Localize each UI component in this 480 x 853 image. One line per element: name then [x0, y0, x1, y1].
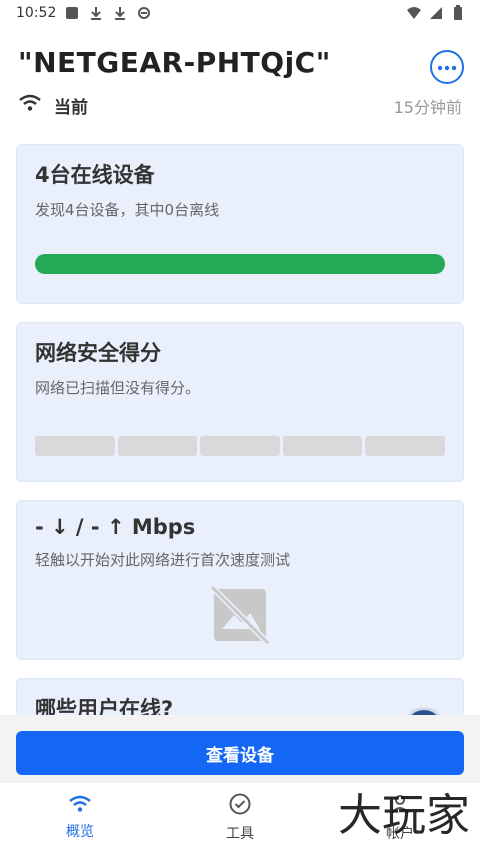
status-right	[406, 5, 466, 21]
security-subtitle: 网络已扫描但没有得分。	[35, 379, 201, 397]
last-scan-time: 15分钟前	[393, 97, 462, 117]
speed-test-card[interactable]: - ↓ / - ↑ Mbps 轻触以开始对此网络进行首次速度测试	[16, 500, 464, 660]
status-left: 10:52	[16, 5, 152, 21]
check-circle-icon	[229, 793, 251, 819]
view-devices-label: 查看设备	[206, 745, 274, 766]
bottom-area: 查看设备 概览 工具 帐户 大玩家	[0, 715, 480, 853]
connection-row: 当前 15分钟前	[18, 93, 462, 118]
score-segment	[200, 436, 280, 456]
speed-title: - ↓ / - ↑ Mbps	[35, 515, 196, 539]
no-image-icon	[208, 583, 272, 647]
tab-overview[interactable]: 概览	[0, 783, 160, 853]
wifi-icon	[18, 94, 42, 117]
app-icon	[136, 5, 152, 21]
view-devices-button[interactable]: 查看设备	[16, 731, 464, 775]
tab-label: 工具	[226, 826, 254, 842]
signal-icon	[428, 5, 444, 21]
more-icon	[437, 59, 457, 75]
devices-online-bar	[35, 254, 445, 274]
tab-label: 概览	[66, 824, 94, 840]
devices-subtitle: 发现4台设备，其中0台离线	[35, 201, 220, 219]
score-segment	[365, 436, 445, 456]
score-segment	[35, 436, 115, 456]
connection-status: 当前	[18, 93, 88, 118]
download-icon	[88, 5, 104, 21]
devices-title: 4台在线设备	[35, 163, 155, 187]
devices-card[interactable]: 4台在线设备 发现4台设备，其中0台离线	[16, 144, 464, 304]
overview-cards: 4台在线设备 发现4台设备，其中0台离线 网络安全得分 网络已扫描但没有得分。 …	[0, 144, 480, 738]
security-score-card[interactable]: 网络安全得分 网络已扫描但没有得分。	[16, 322, 464, 482]
speed-subtitle: 轻触以开始对此网络进行首次速度测试	[35, 551, 291, 569]
watermark: 大玩家	[338, 790, 470, 841]
network-header: "NETGEAR-PHTQjC" 当前 15分钟前	[0, 26, 480, 118]
score-segment	[117, 436, 198, 456]
square-icon	[64, 5, 80, 21]
wifi-icon	[406, 5, 422, 21]
download-icon	[112, 5, 128, 21]
score-segment	[282, 436, 363, 456]
status-time: 10:52	[16, 5, 57, 21]
security-title: 网络安全得分	[35, 341, 161, 365]
battery-icon	[450, 5, 466, 21]
wifi-icon	[68, 795, 92, 817]
more-button[interactable]	[430, 50, 464, 84]
security-score-bar	[35, 436, 445, 456]
network-name: "NETGEAR-PHTQjC"	[18, 46, 331, 79]
status-bar: 10:52	[0, 0, 480, 26]
connection-label: 当前	[54, 98, 88, 118]
tab-tools[interactable]: 工具	[160, 783, 320, 853]
